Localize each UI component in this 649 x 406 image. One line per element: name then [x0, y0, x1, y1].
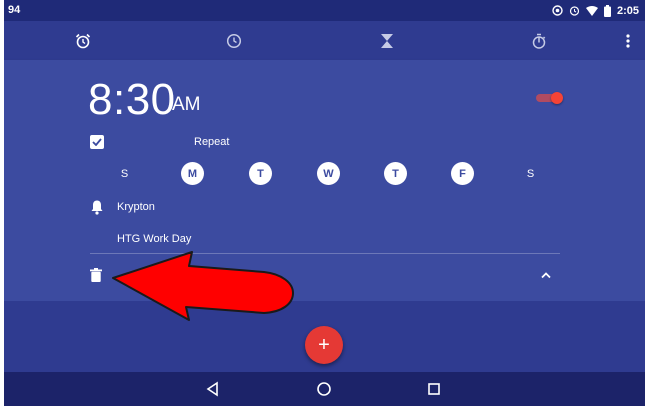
status-icons: 2:05 — [552, 3, 639, 18]
tab-stopwatch[interactable] — [527, 29, 551, 53]
overflow-menu-button[interactable] — [616, 29, 640, 53]
stopwatch-icon — [532, 33, 546, 49]
delete-alarm-button[interactable] — [90, 268, 102, 282]
alarm-enable-toggle[interactable] — [536, 90, 566, 106]
recents-button[interactable] — [425, 380, 443, 398]
battery-level-indicator: 94 — [8, 4, 21, 16]
day-monday[interactable]: M — [181, 162, 204, 185]
check-icon — [92, 138, 102, 146]
navigation-bar — [4, 372, 645, 406]
tab-clock[interactable] — [222, 29, 246, 53]
collapse-chevron-icon[interactable] — [540, 270, 552, 280]
day-friday[interactable]: F — [451, 162, 474, 185]
clock-icon — [226, 33, 242, 49]
tab-bar — [4, 21, 645, 60]
day-wednesday[interactable]: W — [317, 162, 340, 185]
repeat-label: Repeat — [194, 136, 230, 148]
alarm-icon — [75, 33, 91, 49]
tab-alarm[interactable] — [71, 29, 95, 53]
alarm-status-icon — [569, 6, 580, 16]
status-time: 2:05 — [616, 4, 639, 17]
more-vert-icon — [626, 34, 630, 48]
repeat-days: S M T W T F S — [108, 162, 542, 186]
repeat-checkbox[interactable] — [90, 135, 104, 149]
card-divider — [90, 253, 560, 254]
status-bar: 94 2:05 — [4, 0, 645, 21]
day-tuesday[interactable]: T — [249, 162, 272, 185]
toggle-thumb — [551, 92, 563, 104]
alarm-time[interactable]: 8:30 — [88, 78, 176, 122]
alarm-ampm[interactable]: AM — [172, 95, 201, 115]
data-saver-icon — [552, 5, 563, 16]
alarm-card: 8:30 AM Repeat S M T W T F S Krypton HTG… — [4, 60, 645, 301]
day-saturday[interactable]: S — [519, 162, 542, 185]
add-alarm-button[interactable]: + — [305, 326, 343, 364]
ringtone-selector[interactable]: Krypton — [117, 201, 155, 213]
android-screen: 94 2:05 8:30 AM Repeat S M T W T F S Kry… — [4, 0, 645, 406]
home-button[interactable] — [315, 380, 333, 398]
timer-icon — [381, 34, 393, 48]
battery-icon — [603, 4, 611, 17]
bell-icon — [91, 200, 103, 215]
day-thursday[interactable]: T — [384, 162, 407, 185]
back-button[interactable] — [204, 380, 222, 398]
tab-timer[interactable] — [375, 29, 399, 53]
day-sunday[interactable]: S — [113, 162, 136, 185]
wifi-icon — [585, 5, 598, 16]
alarm-label[interactable]: HTG Work Day — [117, 233, 191, 245]
